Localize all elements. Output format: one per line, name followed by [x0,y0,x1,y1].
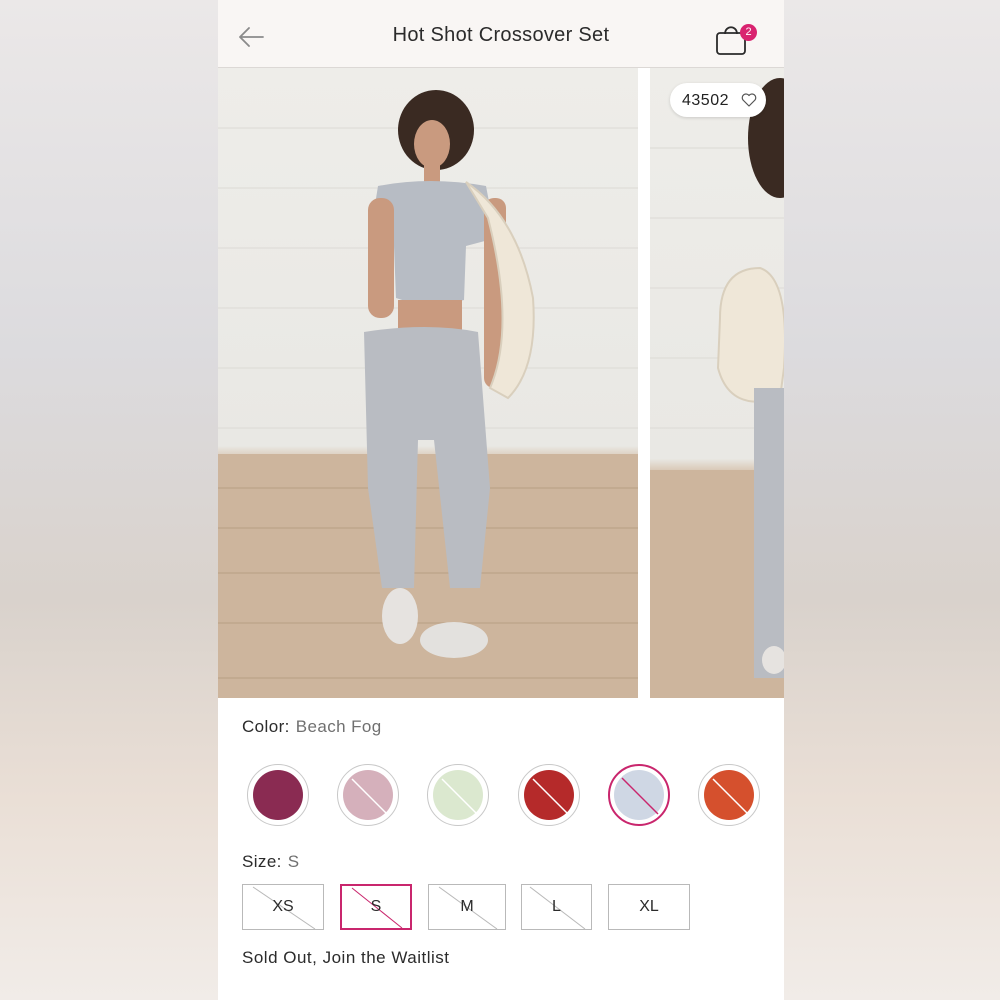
color-label: Color: [242,717,290,736]
unavailable-slash-icon [712,778,748,814]
size-option-s[interactable]: S [340,884,412,930]
cart-count-badge: 2 [740,24,757,41]
size-option-label: XL [639,898,659,915]
size-label: Size: [242,852,282,871]
product-screen: Hot Shot Crossover Set 2 43502 Color: Be… [218,0,784,1000]
color-swatch-orange[interactable] [698,764,760,826]
color-swatch-pink[interactable] [337,764,399,826]
cut-off-link-text [242,994,332,1000]
size-chart-link[interactable] [242,990,332,1000]
size-option-m[interactable]: M [428,884,506,930]
swatch-fill [253,770,303,820]
size-option-xs[interactable]: XS [242,884,324,930]
size-option-xl[interactable]: XL [608,884,690,930]
size-option-label: L [552,898,561,915]
background-right [784,0,1000,1000]
favorite-button[interactable]: 43502 [670,83,766,117]
size-option-label: M [460,898,474,915]
color-swatch-beach-fog[interactable] [608,764,670,826]
color-swatch-red[interactable] [518,764,580,826]
model-photo-illustration [218,90,638,698]
unavailable-slash-icon [621,777,659,815]
join-waitlist-link[interactable]: Sold Out, Join the Waitlist [242,948,450,968]
color-selector-label: Color: Beach Fog [242,717,382,737]
size-selector-label: Size: S [242,852,300,872]
background-left [0,0,218,1000]
unavailable-slash-icon [441,778,477,814]
unavailable-slash-icon [532,778,568,814]
selected-color-name: Beach Fog [295,717,382,736]
page-title: Hot Shot Crossover Set [392,24,610,46]
color-swatch-mint[interactable] [427,764,489,826]
favorite-count: 43502 [682,92,729,109]
model-side-photo-illustration [650,78,784,698]
selected-size: S [287,852,300,871]
product-gallery[interactable]: 43502 [218,68,784,698]
product-photo-secondary[interactable] [650,68,784,698]
size-option-label: XS [272,898,294,915]
product-photo-main[interactable] [218,68,638,698]
color-swatch-plum[interactable] [247,764,309,826]
heart-icon [741,93,757,107]
top-bar: Hot Shot Crossover Set 2 [218,0,784,68]
size-option-label: S [370,898,382,915]
size-option-l[interactable]: L [521,884,592,930]
unavailable-slash-icon [351,778,387,814]
